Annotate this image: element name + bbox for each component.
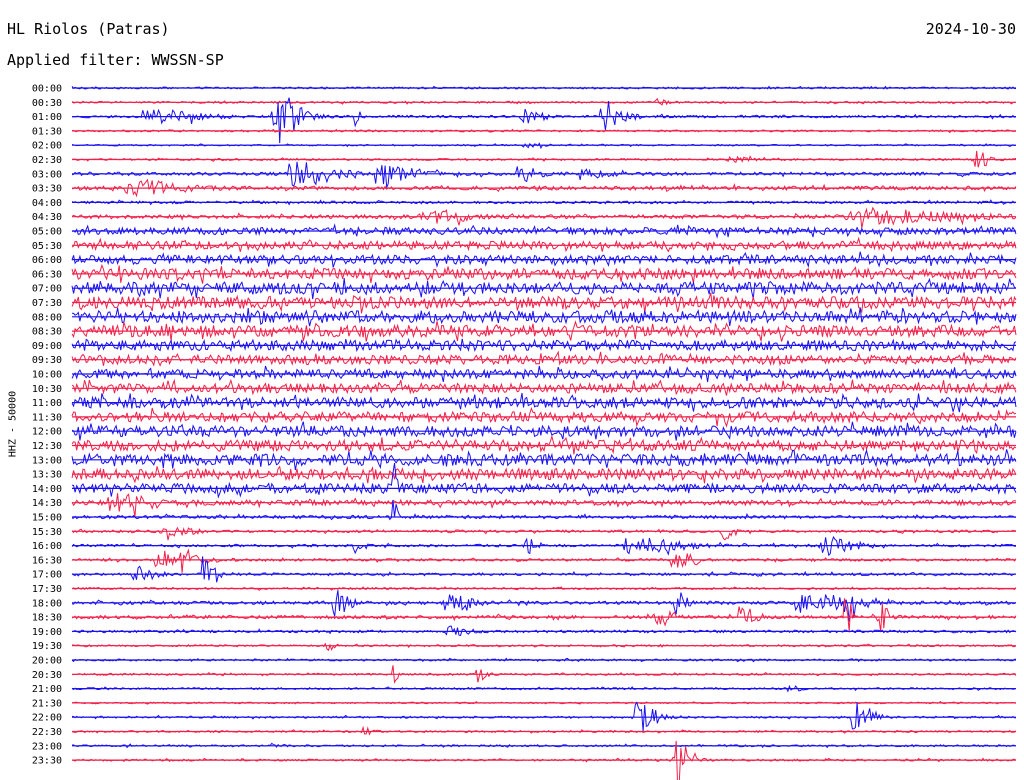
trace-row-0300: [71, 161, 1017, 188]
row-time-labels: 00:00 00:30 01:00 01:30 02:00 02:30 03:00 03:30…: [32, 84, 62, 767]
row-label: 04:30: [32, 212, 62, 223]
row-label: 22:30: [32, 727, 62, 738]
row-label: 19:00: [32, 627, 62, 638]
row-label: 01:30: [32, 126, 62, 137]
row-label: 14:30: [32, 498, 62, 509]
row-label: 22:00: [32, 713, 62, 724]
trace-row-0930: [71, 350, 1017, 367]
row-label: 07:00: [32, 284, 62, 295]
row-label: 16:00: [32, 541, 62, 552]
row-label: 03:00: [32, 169, 62, 180]
seismogram-plot: 00:00 00:30 01:00 01:30 02:00 02:30 03:00 03:30…: [32, 84, 1017, 780]
row-label: 10:00: [32, 370, 62, 381]
row-label: 18:00: [32, 598, 62, 609]
trace-row-1530: [71, 526, 1016, 541]
row-label: 04:00: [32, 198, 62, 209]
row-label: 13:30: [32, 470, 62, 481]
row-label: 21:30: [32, 698, 62, 709]
row-label: 07:30: [32, 298, 62, 309]
row-label: 05:30: [32, 241, 62, 252]
row-label: 18:30: [32, 613, 62, 624]
row-label: 01:00: [32, 112, 62, 123]
row-label: 17:30: [32, 584, 62, 595]
row-label: 23:30: [32, 756, 62, 767]
row-label: 00:00: [32, 84, 62, 95]
row-label: 12:00: [32, 427, 62, 438]
row-label: 08:30: [32, 327, 62, 338]
trace-row-1330: [71, 465, 1017, 484]
trace-row-1400: [71, 463, 1017, 499]
row-label: 08:00: [32, 312, 62, 323]
trace-row-1030: [71, 378, 1017, 396]
row-label: 09:00: [32, 341, 62, 352]
row-label: 20:30: [32, 670, 62, 681]
trace-row-1930: [71, 642, 1017, 652]
row-label: 03:30: [32, 184, 62, 195]
seismic-traces: [71, 85, 1017, 780]
row-label: 09:30: [32, 355, 62, 366]
row-label: 14:00: [32, 484, 62, 495]
row-label: 17:00: [32, 570, 62, 581]
row-label: 20:00: [32, 656, 62, 667]
trace-row-1900: [71, 625, 1017, 636]
row-label: 10:30: [32, 384, 62, 395]
row-label: 02:00: [32, 141, 62, 152]
row-label: 19:30: [32, 641, 62, 652]
row-label: 11:30: [32, 412, 62, 423]
trace-row-0430: [71, 206, 1017, 229]
row-label: 02:30: [32, 155, 62, 166]
row-label: 21:00: [32, 684, 62, 695]
row-label: 11:00: [32, 398, 62, 409]
row-label: 16:30: [32, 555, 62, 566]
row-label: 05:00: [32, 227, 62, 238]
row-label: 15:00: [32, 513, 62, 524]
row-label: 06:30: [32, 269, 62, 280]
row-label: 12:30: [32, 441, 62, 452]
trace-row-1430: [71, 493, 1017, 518]
row-label: 23:00: [32, 741, 62, 752]
row-label: 15:30: [32, 527, 62, 538]
trace-row-0100: [71, 97, 1017, 144]
row-label: 06:00: [32, 255, 62, 266]
row-label: 00:30: [32, 98, 62, 109]
row-label: 13:00: [32, 455, 62, 466]
